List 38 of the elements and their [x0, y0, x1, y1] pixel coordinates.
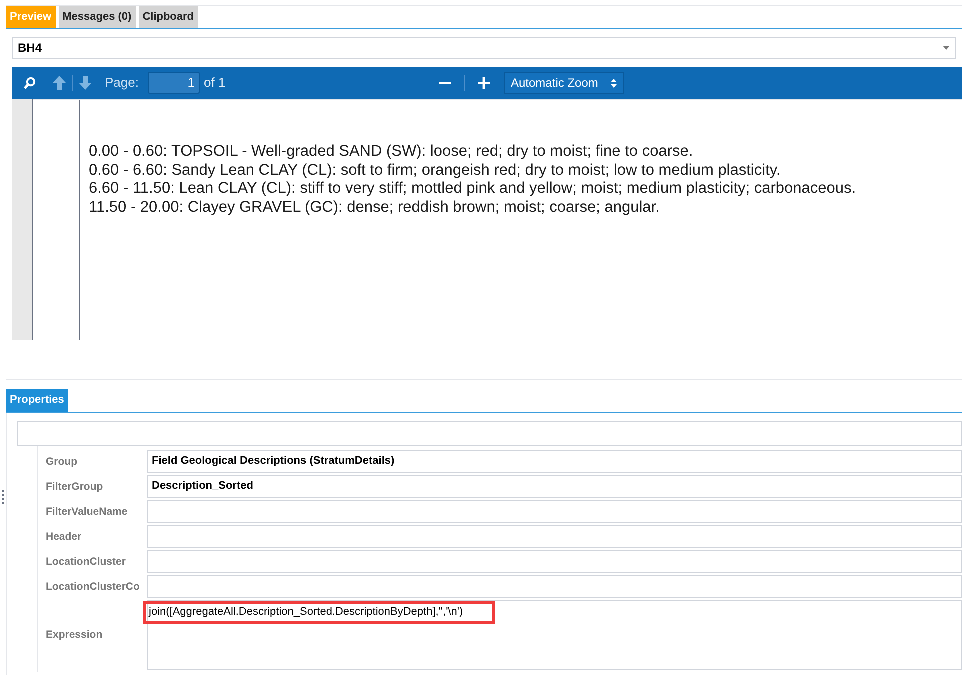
- page-number-field[interactable]: 1: [148, 72, 200, 94]
- property-label: Expression: [46, 628, 103, 644]
- property-field[interactable]: Field Geological Descriptions (StratumDetails): [147, 450, 962, 473]
- page-count: of 1: [204, 74, 226, 92]
- description-line: 6.60 - 11.50: Lean CLAY (CL): stiff to very stiff; mottled pink and yellow; moist; medium plasticity; carbonaceous.: [89, 180, 856, 200]
- property-label: LocationClusterCo: [46, 580, 140, 595]
- zoom-out-icon[interactable]: [439, 82, 451, 84]
- up-arrow-icon[interactable]: [53, 76, 66, 90]
- zoom-in-icon[interactable]: [478, 77, 490, 89]
- property-search-field[interactable]: [17, 421, 962, 446]
- down-arrow-icon[interactable]: [79, 76, 92, 90]
- property-field[interactable]: [147, 500, 962, 523]
- caret-icon: [943, 46, 950, 50]
- property-field[interactable]: [147, 550, 962, 573]
- property-value: Description_Sorted: [152, 479, 254, 494]
- description-line: 0.00 - 0.60: TOPSOIL - Well-graded SAND (SW): loose; red; dry to moist; fine to coarse.: [89, 143, 694, 162]
- property-label: Group: [46, 454, 78, 470]
- description-line: 11.50 - 20.00: Clayey GRAVEL (GC): dense; reddish brown; moist; coarse; angular.: [89, 199, 661, 218]
- location-dropdown[interactable]: BH4: [12, 37, 956, 59]
- page-label: Page:: [105, 74, 139, 92]
- description-line: 0.60 - 6.60: Sandy Lean CLAY (CL): soft to firm; orangeish red; dry to moist; low to medium plasticity.: [89, 162, 782, 180]
- search-icon[interactable]: [24, 76, 36, 90]
- tab[interactable]: Messages (0): [58, 6, 136, 28]
- property-value: join([AggregateAll.Description_Sorted.DescriptionByDepth],'','\n'): [145, 603, 494, 622]
- property-label: Header: [46, 530, 82, 545]
- location-value: BH4: [18, 40, 42, 57]
- property-field[interactable]: Description_Sorted: [147, 475, 962, 498]
- zoom-select[interactable]: Automatic Zoom: [504, 72, 624, 94]
- property-field[interactable]: [147, 575, 962, 598]
- zoom-label: Automatic Zoom: [511, 75, 598, 92]
- property-label: LocationCluster: [46, 554, 126, 570]
- property-label: FilterValueName: [46, 504, 128, 520]
- properties-tab[interactable]: Properties: [6, 389, 68, 412]
- property-field[interactable]: [147, 525, 962, 548]
- property-label: FilterGroup: [46, 480, 104, 495]
- spinner-icon: [611, 78, 617, 88]
- property-value: Field Geological Descriptions (StratumDetails): [152, 454, 395, 470]
- tab[interactable]: Clipboard: [138, 6, 198, 28]
